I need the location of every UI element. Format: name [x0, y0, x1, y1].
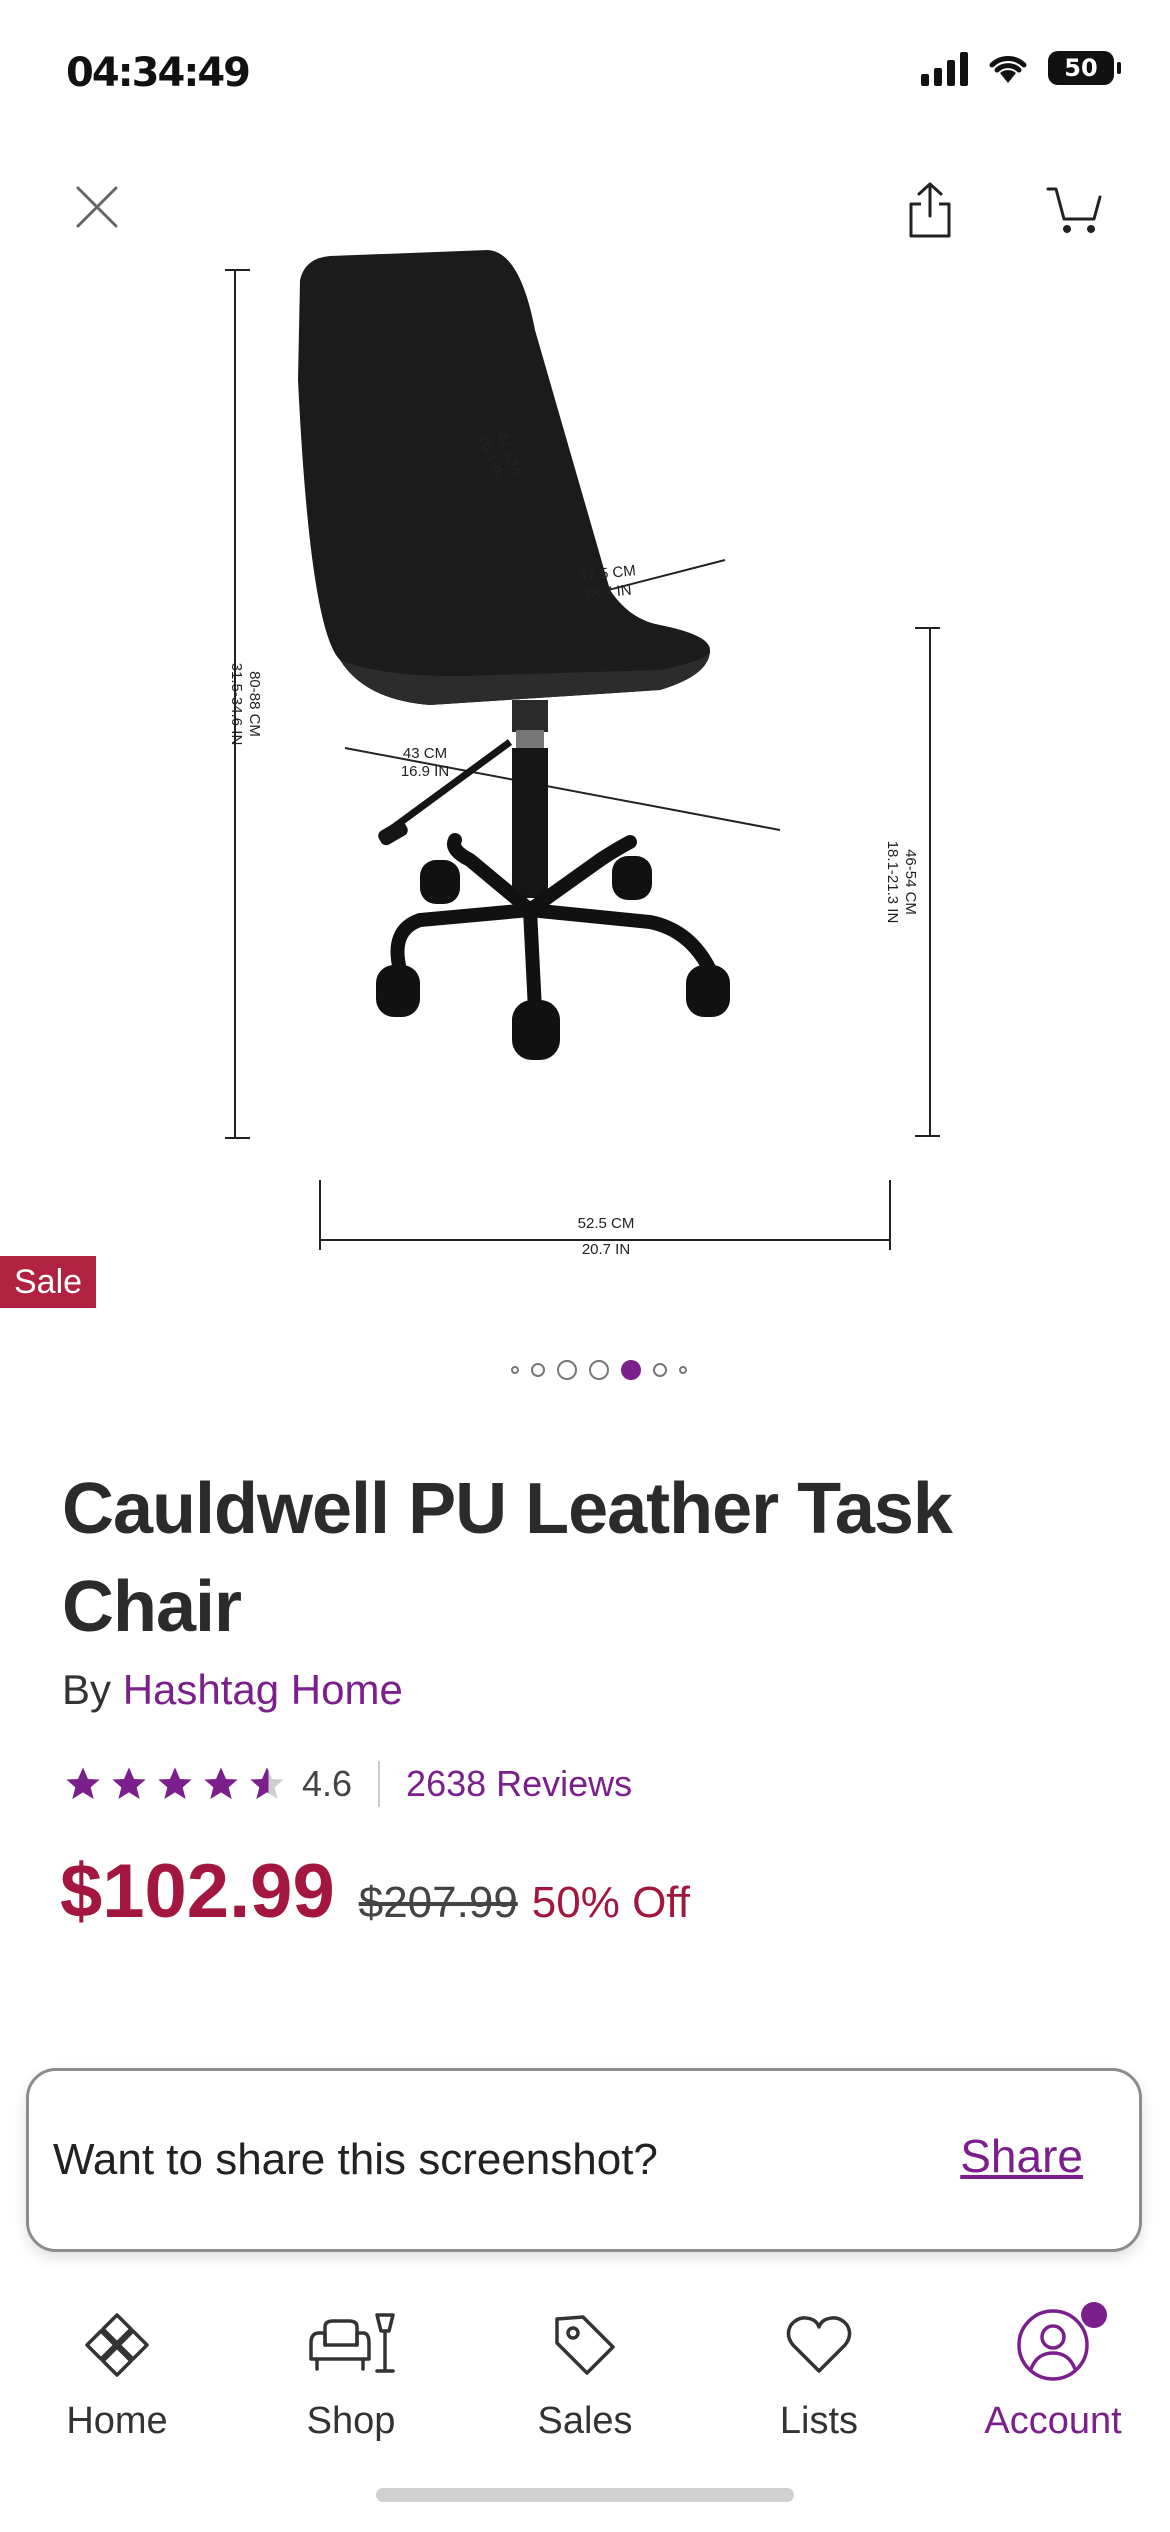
brand-prefix: By [62, 1666, 112, 1713]
carousel-dot[interactable] [531, 1363, 545, 1377]
star-icon [204, 1767, 238, 1799]
carousel-dot[interactable] [557, 1360, 577, 1380]
wifi-icon [989, 56, 1027, 83]
dim-seat-width-in: 18.7 IN [583, 582, 633, 604]
carousel-dot[interactable] [511, 1366, 519, 1374]
shop-icon [309, 2313, 395, 2373]
rating-value: 4.6 [302, 1763, 353, 1804]
status-time: 04:34:49 [66, 50, 251, 96]
reviews-link[interactable]: 2638 Reviews [406, 1763, 632, 1805]
close-button[interactable] [62, 172, 132, 242]
star-icon [158, 1767, 192, 1799]
dim-seat-depth-in: 16.9 IN [401, 763, 449, 780]
toast-message: Want to share this screenshot? [53, 2135, 658, 2184]
account-icon [1017, 2309, 1089, 2381]
close-icon [76, 186, 118, 228]
original-price: $207.99 [358, 1878, 518, 1927]
tab-lists-label: Lists [779, 2400, 859, 2442]
home-icon [85, 2313, 149, 2377]
product-image[interactable]: 41 CM 16.1 IN 47.5 CM 18.7 IN 43 CM 16.9… [190, 230, 950, 1280]
carousel-dot[interactable] [589, 1360, 609, 1380]
dim-total-height-in: 31.5-34.6 IN [228, 663, 245, 746]
half-star-icon [250, 1767, 284, 1799]
dim-base-width-cm: 52.5 CM [578, 1215, 635, 1232]
rating-row: 4.6 2638 Reviews [62, 1758, 632, 1810]
dim-seat-height-in: 18.1-21.3 IN [884, 841, 901, 924]
brand-link[interactable]: Hashtag Home [123, 1666, 403, 1713]
carousel-dots[interactable] [0, 1360, 1170, 1380]
sale-badge: Sale [0, 1256, 97, 1308]
tab-shop-label: Shop [306, 2400, 396, 2442]
sale-price: $102.99 [60, 1849, 335, 1934]
status-icons: 50 [921, 50, 1121, 86]
carousel-dot[interactable] [679, 1366, 687, 1374]
dim-base-width-in: 20.7 IN [582, 1241, 630, 1258]
carousel-dot-active[interactable] [621, 1360, 641, 1380]
status-bar: 04:34:49 50 [0, 0, 1170, 150]
tab-account-label: Account [984, 2400, 1122, 2442]
dim-total-height-cm: 80-88 CM [246, 671, 263, 737]
heart-icon [786, 2316, 852, 2373]
signal-icon [921, 50, 968, 86]
cart-button[interactable] [1030, 170, 1120, 250]
brand-line: By Hashtag Home [62, 1666, 403, 1714]
price-row: $102.99 $207.99 50% Off [60, 1848, 690, 1935]
share-screenshot-toast: Want to share this screenshot? Share [26, 2068, 1142, 2252]
toast-share-button[interactable]: Share [960, 2129, 1083, 2183]
rating-divider [378, 1761, 381, 1807]
tab-sales-label: Sales [537, 2400, 633, 2442]
carousel-dot[interactable] [653, 1363, 667, 1377]
tab-home[interactable]: Home [0, 2290, 234, 2532]
dim-seat-height-cm: 46-54 CM [902, 849, 919, 915]
cart-icon [1046, 187, 1102, 233]
tab-account[interactable]: Account [936, 2290, 1170, 2532]
tab-home-label: Home [66, 2400, 168, 2442]
battery-icon: 50 [1048, 51, 1121, 85]
discount-label: 50% Off [531, 1878, 690, 1927]
notification-dot [1081, 2302, 1107, 2328]
sales-tag-icon [555, 2315, 615, 2375]
rating-stars [62, 1764, 288, 1804]
star-icon [112, 1767, 146, 1799]
home-indicator [376, 2488, 794, 2502]
dim-seat-depth-cm: 43 CM [403, 745, 447, 762]
star-icon [66, 1767, 100, 1799]
battery-level: 50 [1064, 54, 1098, 82]
product-title: Cauldwell PU Leather Task Chair [62, 1469, 953, 1647]
